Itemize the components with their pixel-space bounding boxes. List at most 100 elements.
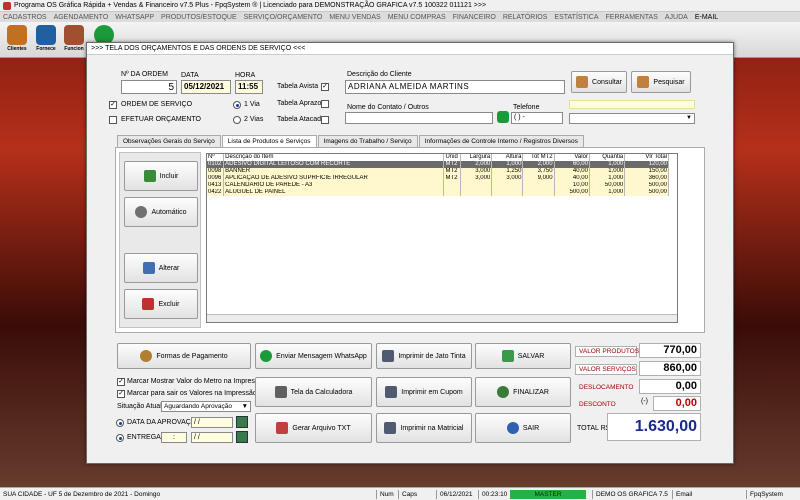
tabela-aprazo-checkbox[interactable] [321,100,329,108]
table-row[interactable]: 0422 ALUGUEL DE PAINEL 500,00 1,000 500,… [207,189,669,196]
marcar-metro-checkbox[interactable]: ✓ [117,378,125,386]
itens-table[interactable]: Nº Descrição do Item Unid Largura Altura… [206,153,678,323]
menu-ferramentas[interactable]: FERRAMENTAS [606,14,658,21]
calculadora-button[interactable]: Tela da Calculadora [255,377,372,407]
table-row[interactable]: 0096 APLICAÇÃO DE ADESIVO SUPRFICIE IRRE… [207,175,669,182]
finalizar-button[interactable]: FINALIZAR [475,377,571,407]
table-row[interactable]: 0413 CALENDARIO DE PAREDE - A3 10,00 50,… [207,182,669,189]
col-tot-mt2[interactable]: Tot MT2 [522,154,555,161]
menu-cadastros[interactable]: CADASTROS [3,14,47,21]
extra-info-field[interactable] [569,100,695,109]
cell: 0096 [207,175,225,182]
cell: MT2 [443,161,462,168]
consultar-button[interactable]: Consultar [571,71,627,93]
toolbar-clientes-button[interactable]: Clientes [4,24,30,56]
cell: APLICAÇÃO DE ADESIVO SUPRFICIE IRREGULAR [223,175,445,182]
excluir-button[interactable]: Excluir [124,289,198,319]
col-altura[interactable]: Altura [491,154,524,161]
entrega-time-field[interactable]: : [161,432,187,443]
menu-compras[interactable]: MENU COMPRAS [388,14,446,21]
cell: 0422 [207,189,225,196]
n-ordem-field[interactable]: 5 [121,80,177,94]
data-aprovacao-label: DATA DA APROVAÇÃO [127,419,201,426]
menu-whatsapp[interactable]: WHATSAPP [115,14,154,21]
col-largura[interactable]: Largura [460,154,493,161]
col-descricao[interactable]: Descrição do Item [223,154,445,161]
cupom-button[interactable]: Imprimir em Cupom [376,377,472,407]
tabela-atacado-checkbox[interactable] [321,116,329,124]
table-header-row: Nº Descrição do Item Unid Largura Altura… [207,154,669,161]
deslocamento-field[interactable]: 0,00 [639,379,701,394]
table-row[interactable]: 0098 BANNER MT2 3,000 1,250 3,750 40,00 … [207,168,669,175]
status-email[interactable]: Email [672,490,692,499]
via1-radio[interactable] [233,101,241,109]
hora-field[interactable]: 11:55 [235,80,263,94]
col-vlr-total[interactable]: Vlr Total [624,154,669,161]
desconto-field[interactable]: 0,00 [653,396,701,411]
app-title-bar: Programa OS Gráfica Rápida + Vendas & Fi… [0,0,800,12]
cell: 60,00 [554,161,590,168]
horizontal-scrollbar[interactable] [207,314,677,322]
tab-lista-produtos[interactable]: Lista de Produtos e Serviços [221,135,317,147]
menu-produtos-estoque[interactable]: PRODUTOS/ESTOQUE [161,14,237,21]
pesquisar-button[interactable]: Pesquisar [631,71,691,93]
sair-button[interactable]: SAIR [475,413,571,443]
tabela-avista-checkbox[interactable]: ✓ [321,83,329,91]
alterar-icon [142,262,155,274]
entrega-date-field[interactable]: / / [191,432,233,443]
toolbar-fornece-button[interactable]: Fornece [33,24,59,56]
menu-bar: CADASTROS AGENDAMENTO WHATSAPP PRODUTOS/… [0,12,800,22]
incluir-button[interactable]: Incluir [124,161,198,191]
whatsapp-icon[interactable] [497,111,509,123]
tab-controle-interno[interactable]: Informações de Controle Interno / Regist… [418,135,584,147]
menu-email[interactable]: E-MAIL [695,14,718,21]
col-unid[interactable]: Unid [443,154,462,161]
efetuar-orcamento-checkbox[interactable] [109,116,117,124]
menu-servico-orcamento[interactable]: SERVIÇO/ORÇAMENTO [244,14,323,21]
salvar-button[interactable]: SALVAR [475,343,571,369]
cell: 2,000 [460,161,493,168]
menu-estatistica[interactable]: ESTATÍSTICA [554,14,598,21]
cell: 3,750 [522,168,555,175]
col-valor[interactable]: Valor [554,154,590,161]
desconto-label: DESCONTO [575,399,637,410]
menu-vendas[interactable]: MENU VENDAS [329,14,380,21]
entrega-radio[interactable] [116,434,124,442]
tabela-atacado-label: Tabela Atacado [277,116,325,123]
menu-agendamento[interactable]: AGENDAMENTO [54,14,109,21]
telefone-field[interactable]: ( ) - [511,112,563,124]
data-field[interactable]: 05/12/2021 [181,80,231,94]
desconto-sign: (-) [641,398,648,405]
whatsapp-message-button[interactable]: Enviar Mensagem WhatsApp [255,343,372,369]
ordem-servico-checkbox[interactable]: ✓ [109,101,117,109]
table-row[interactable]: 0102 ADESIVO DIGITAL LEITOSO COM RECORTE… [207,161,669,168]
data-aprovacao-radio[interactable] [116,419,124,427]
jato-tinta-button[interactable]: Imprimir de Jato Tinta [376,343,472,369]
col-numero[interactable]: Nº [207,154,225,161]
formas-pagamento-button[interactable]: Formas de Pagamento [117,343,251,369]
calendar-icon[interactable] [236,431,248,443]
tab-observacoes[interactable]: Observações Gerais do Serviço [117,135,221,147]
data-aprovacao-field[interactable]: / / [191,417,233,428]
menu-relatorios[interactable]: RELATÓRIOS [503,14,548,21]
via2-radio[interactable] [233,116,241,124]
calendar-icon[interactable] [236,416,248,428]
menu-ajuda[interactable]: AJUDA [665,14,688,21]
desc-cliente-field[interactable]: ADRIANA ALMEIDA MARTINS [345,80,565,94]
cell [460,182,493,189]
clientes-icon [7,25,27,45]
cell: 500,00 [624,189,669,196]
automatico-button[interactable]: Automático [124,197,198,227]
situacao-select[interactable]: Aguardando Aprovação ▼ [161,401,251,412]
extra-dropdown[interactable]: ▼ [569,113,695,124]
marcar-sair-checkbox[interactable]: ✓ [117,390,125,398]
menu-financeiro[interactable]: FINANCEIRO [453,14,496,21]
col-quantia[interactable]: Quantia [589,154,626,161]
alterar-button[interactable]: Alterar [124,253,198,283]
matricial-button[interactable]: Imprimir na Matricial [376,413,472,443]
contato-field[interactable] [345,112,493,124]
gerar-txt-button[interactable]: Gerar Arquivo TXT [255,413,372,443]
tab-imagens[interactable]: Imagens do Trabalho / Serviço [317,135,418,147]
status-caps: Caps [398,490,417,499]
toolbar-funcion-button[interactable]: Funcion [61,24,87,56]
